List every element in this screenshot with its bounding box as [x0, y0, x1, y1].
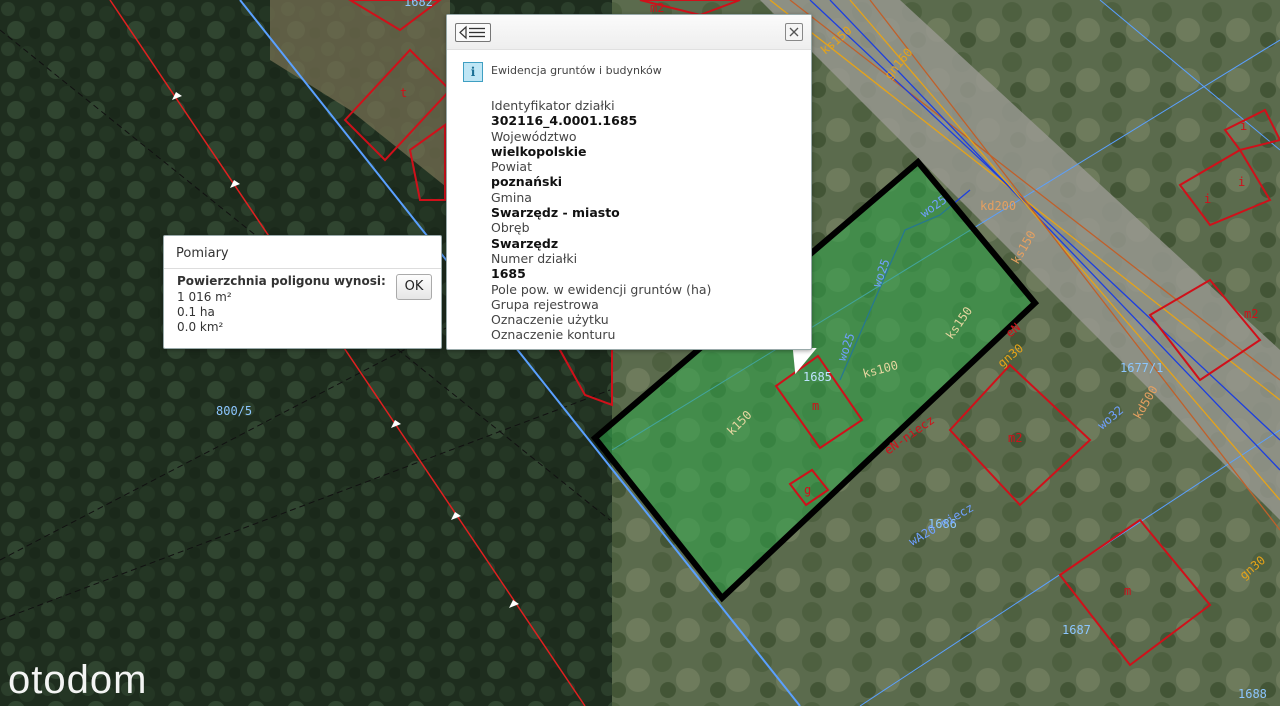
building-label: i: [1238, 175, 1245, 189]
attr-label: Województwo: [491, 128, 577, 144]
attr-label: Oznaczenie konturu: [491, 327, 616, 343]
parcel-number-label: 800/5: [216, 404, 252, 418]
utility-label: kd200: [980, 199, 1016, 213]
area-km2-value: 0.0 km²: [177, 320, 224, 334]
attr-label: Grupa rejestrowa: [491, 296, 599, 312]
panel-title: Pomiary: [176, 246, 229, 261]
attr-value: wielkopolskie: [491, 143, 587, 159]
attr-value: Swarzędz - miasto: [491, 205, 620, 221]
popup-body[interactable]: i Ewidencja gruntów i budynków Identyfik…: [447, 50, 811, 349]
layer-title: Ewidencja gruntów i budynków: [491, 64, 662, 77]
attr-label: Obręb: [491, 220, 530, 236]
divider: [164, 268, 441, 269]
attr-label: Oznaczenie użytku: [491, 312, 609, 328]
parcel-number-label: 1677/1: [1120, 361, 1163, 375]
otodom-watermark: otodom: [8, 658, 148, 702]
building-label: m: [812, 399, 819, 413]
attr-label: Pole pow. w ewidencji gruntów (ha): [491, 281, 712, 297]
area-m2-value: 1 016 m²: [177, 290, 232, 304]
parcel-number-label: 1682: [404, 0, 433, 9]
menu-list-icon: [459, 25, 485, 40]
area-label: Powierzchnia poligonu wynosi:: [177, 274, 386, 288]
attr-label: Numer działki: [491, 250, 578, 266]
info-icon: i: [463, 62, 483, 82]
parcel-number-label: 1688: [1238, 687, 1267, 701]
attr-label: Powiat: [491, 159, 532, 175]
close-button[interactable]: [785, 23, 803, 41]
building-label: m2: [650, 1, 664, 15]
parcel-number-label: 1687: [1062, 623, 1091, 637]
area-ha-value: 0.1 ha: [177, 305, 215, 319]
attr-value: Swarzędz: [491, 235, 559, 251]
attr-value: 1685: [491, 266, 526, 282]
building-label: i: [1240, 119, 1247, 133]
attribute-list: Identyfikator działki 302116_4.0001.1685…: [491, 98, 791, 343]
ok-button[interactable]: OK: [396, 274, 432, 300]
building-label: t: [400, 86, 407, 100]
building-label: m: [1124, 584, 1131, 598]
measurement-panel: Pomiary Powierzchnia poligonu wynosi: 1 …: [163, 235, 442, 349]
building-label: m2: [1244, 307, 1258, 321]
building-label: g: [804, 483, 811, 497]
attr-label: Identyfikator działki: [491, 98, 615, 113]
close-icon: [789, 27, 799, 37]
menu-list-button[interactable]: [455, 23, 491, 42]
building-label: m2: [1008, 431, 1022, 445]
attr-value: poznański: [491, 174, 563, 190]
popup-header: [447, 15, 811, 50]
attr-value: 302116_4.0001.1685: [491, 113, 638, 129]
building-label: i: [1204, 192, 1211, 206]
attr-label: Gmina: [491, 189, 532, 205]
parcel-info-popup: i Ewidencja gruntów i budynków Identyfik…: [446, 14, 812, 350]
